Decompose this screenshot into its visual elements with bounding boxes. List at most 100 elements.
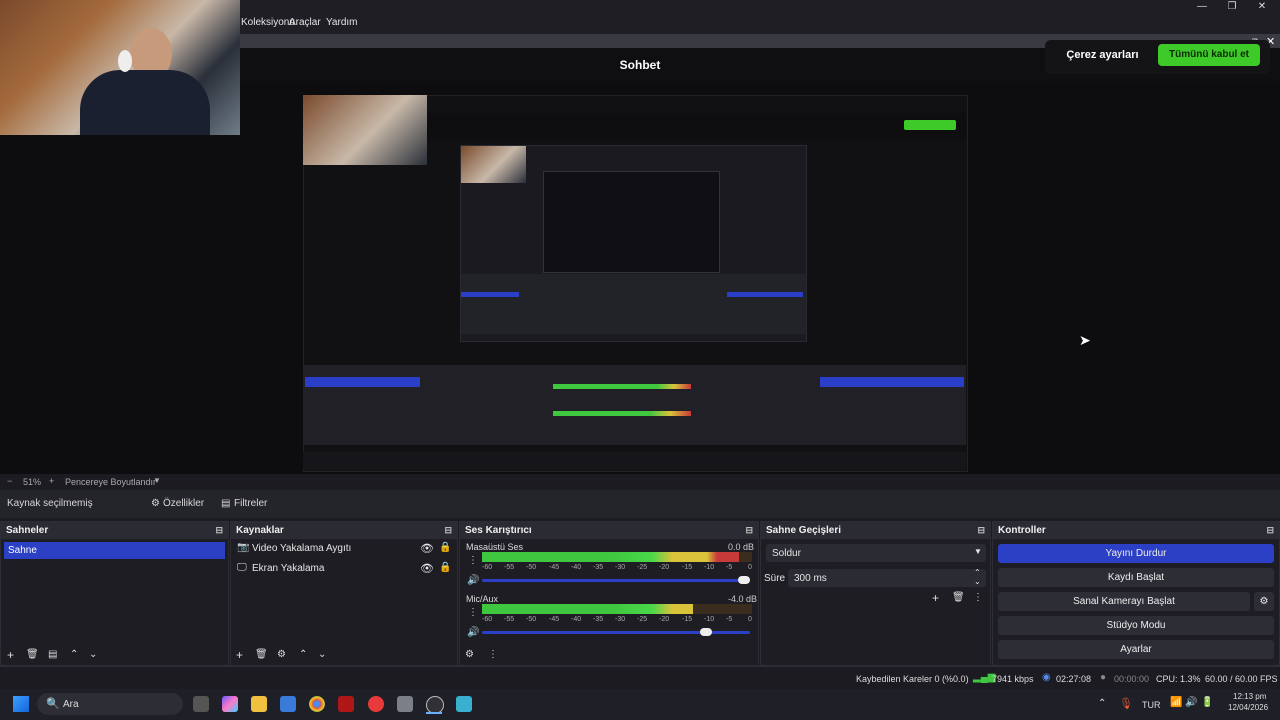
camera-icon: 📷 xyxy=(237,542,250,553)
stepper-down-icon[interactable]: ⌄ xyxy=(974,577,981,586)
nested-meter-2 xyxy=(553,411,691,416)
maximize-icon[interactable]: ❐ xyxy=(1217,0,1247,14)
start-record-button[interactable]: Kaydı Başlat xyxy=(998,568,1274,587)
remove-transition-icon[interactable]: 🗑 xyxy=(952,592,965,603)
chevron-up-icon[interactable]: ⌃ xyxy=(1098,698,1106,709)
volume-icon[interactable]: 🔊 xyxy=(1185,697,1197,708)
scene-filters-icon[interactable]: ▤ xyxy=(48,649,57,660)
active-app-indicator xyxy=(426,712,442,714)
dock-menu-icon[interactable]: ⊟ xyxy=(215,522,223,539)
virtual-camera-gear-icon[interactable]: ⚙ xyxy=(1254,592,1274,611)
accept-all-button[interactable]: Tümünü kabul et xyxy=(1158,44,1260,66)
channel-db: -4.0 dB xyxy=(728,594,758,604)
add-scene-icon[interactable]: + xyxy=(7,648,14,662)
add-transition-icon[interactable]: + xyxy=(932,591,939,605)
clock-date[interactable]: 12/04/2026 xyxy=(1228,703,1268,712)
volume-slider[interactable] xyxy=(482,576,750,584)
channel-menu-icon[interactable]: ⋮ xyxy=(468,555,478,566)
remove-scene-icon[interactable]: 🗑 xyxy=(26,649,39,660)
channel-menu-icon[interactable]: ⋮ xyxy=(468,607,478,618)
nested-webcam xyxy=(303,95,427,165)
mute-speaker-icon[interactable]: 🔊 xyxy=(467,575,479,586)
zoom-mode[interactable]: Pencereye Boyutlandır xyxy=(65,477,156,487)
microphone-icon[interactable]: 🎙 xyxy=(1119,697,1133,710)
mixer-channel: Mic/Aux -4.0 dB ⋮ -60 -55 -50 -45 -40 -35 -30 -25-… xyxy=(460,591,758,643)
meter-tick-label: -60 xyxy=(482,564,493,571)
bitrate: 7941 kbps xyxy=(992,674,1034,684)
source-settings-gear-icon[interactable]: ⚙ xyxy=(277,649,286,660)
stepper-up-icon[interactable]: ⌃ xyxy=(974,568,981,577)
taskbar-search[interactable]: 🔍 Ara xyxy=(37,693,183,715)
battery-icon[interactable]: 🔋 xyxy=(1201,697,1213,708)
nested-stop-button xyxy=(820,377,964,387)
dock-menu-icon[interactable]: ⊟ xyxy=(1266,522,1274,539)
minimize-icon[interactable]: — xyxy=(1187,0,1217,14)
volume-slider[interactable] xyxy=(482,628,750,636)
store-icon[interactable] xyxy=(280,696,296,712)
visibility-eye-icon[interactable]: 👁 xyxy=(420,562,434,575)
remove-source-icon[interactable]: 🗑 xyxy=(255,649,268,660)
properties-button[interactable]: Özellikler xyxy=(163,498,204,509)
app-red-icon[interactable] xyxy=(338,696,354,712)
mixer-menu-icon[interactable]: ⋮ xyxy=(488,649,498,660)
move-down-icon[interactable]: ⌄ xyxy=(318,649,326,660)
stop-stream-button[interactable]: Yayını Durdur xyxy=(998,544,1274,563)
chrome-icon[interactable] xyxy=(309,696,325,712)
taskbar xyxy=(0,689,1280,720)
transition-select[interactable]: Soldur ▼ xyxy=(766,544,986,562)
filters-button[interactable]: Filtreler xyxy=(234,498,267,509)
zoom-out-button[interactable]: − xyxy=(7,476,12,486)
app-teal-icon[interactable] xyxy=(456,696,472,712)
source-row[interactable]: 🖵 Ekran Yakalama 👁 🔒 xyxy=(231,559,457,579)
fps: 60.00 / 60.00 FPS xyxy=(1205,674,1278,684)
menu-tools[interactable]: Araçlar xyxy=(289,17,321,28)
level-meter xyxy=(482,604,752,614)
level-fill xyxy=(482,552,739,562)
windows-start-icon[interactable] xyxy=(13,696,29,712)
task-view-icon[interactable] xyxy=(193,696,209,712)
dock-menu-icon[interactable]: ⊟ xyxy=(745,522,753,539)
dock-menu-icon[interactable]: ⊟ xyxy=(977,522,985,539)
scene-item[interactable]: Sahne xyxy=(4,542,225,559)
app-gray-icon[interactable] xyxy=(397,696,413,712)
add-source-icon[interactable]: + xyxy=(236,648,243,662)
nested-inner-docks xyxy=(461,274,806,334)
mute-speaker-icon[interactable]: 🔊 xyxy=(467,627,479,638)
move-down-icon[interactable]: ⌄ xyxy=(89,649,97,660)
menu-collection[interactable]: Koleksiyonu xyxy=(241,17,295,28)
chat-title: Sohbet xyxy=(619,58,661,72)
language-indicator[interactable]: TUR xyxy=(1142,700,1161,710)
volume-slider-handle[interactable] xyxy=(700,628,712,636)
studio-mode-button[interactable]: Stüdyo Modu xyxy=(998,616,1274,635)
mixer-settings-icon[interactable]: ⚙ xyxy=(465,649,474,660)
cookie-settings-link[interactable]: Çerez ayarları xyxy=(1060,49,1145,61)
meter-tick-label: 0 xyxy=(748,564,752,571)
lock-icon[interactable]: 🔒 xyxy=(439,562,451,573)
duration-input[interactable]: 300 ms ⌃ ⌄ xyxy=(788,568,986,587)
close-icon[interactable]: ✕ xyxy=(1247,0,1277,14)
nested-inner-scene xyxy=(461,292,519,297)
visibility-eye-icon[interactable]: 👁 xyxy=(420,542,434,555)
lock-icon[interactable]: 🔒 xyxy=(439,542,451,553)
zoom-mode-chevron-icon[interactable]: ▼ xyxy=(153,476,161,485)
move-up-icon[interactable]: ⌃ xyxy=(70,649,78,660)
stream-icon: ◉ xyxy=(1042,672,1051,683)
start-virtual-camera-button[interactable]: Sanal Kamerayı Başlat xyxy=(998,592,1250,611)
transition-menu-icon[interactable]: ⋮ xyxy=(973,592,983,603)
file-explorer-icon[interactable] xyxy=(251,696,267,712)
dock-menu-icon[interactable]: ⊟ xyxy=(444,522,452,539)
menu-help[interactable]: Yardım xyxy=(326,17,358,28)
meter-tick-label: -10 xyxy=(704,616,715,623)
filters-icon: ▤ xyxy=(221,498,231,509)
wifi-icon[interactable]: 📶 xyxy=(1170,697,1182,708)
copilot-icon[interactable] xyxy=(222,696,238,712)
media-player-icon[interactable] xyxy=(368,696,384,712)
move-up-icon[interactable]: ⌃ xyxy=(299,649,307,660)
volume-slider-handle[interactable] xyxy=(738,576,750,584)
mixer-channels: Masaüstü Ses 0.0 dB ⋮ -60 -55 -50 -45 -40 -35 -30… xyxy=(460,539,758,643)
settings-button[interactable]: Ayarlar xyxy=(998,640,1274,659)
duration-label: Süre xyxy=(764,573,786,584)
clock-time[interactable]: 12:13 pm xyxy=(1233,692,1266,701)
source-row[interactable]: 📷 Video Yakalama Aygıtı 👁 🔒 xyxy=(231,539,457,559)
zoom-in-button[interactable]: + xyxy=(49,476,54,486)
